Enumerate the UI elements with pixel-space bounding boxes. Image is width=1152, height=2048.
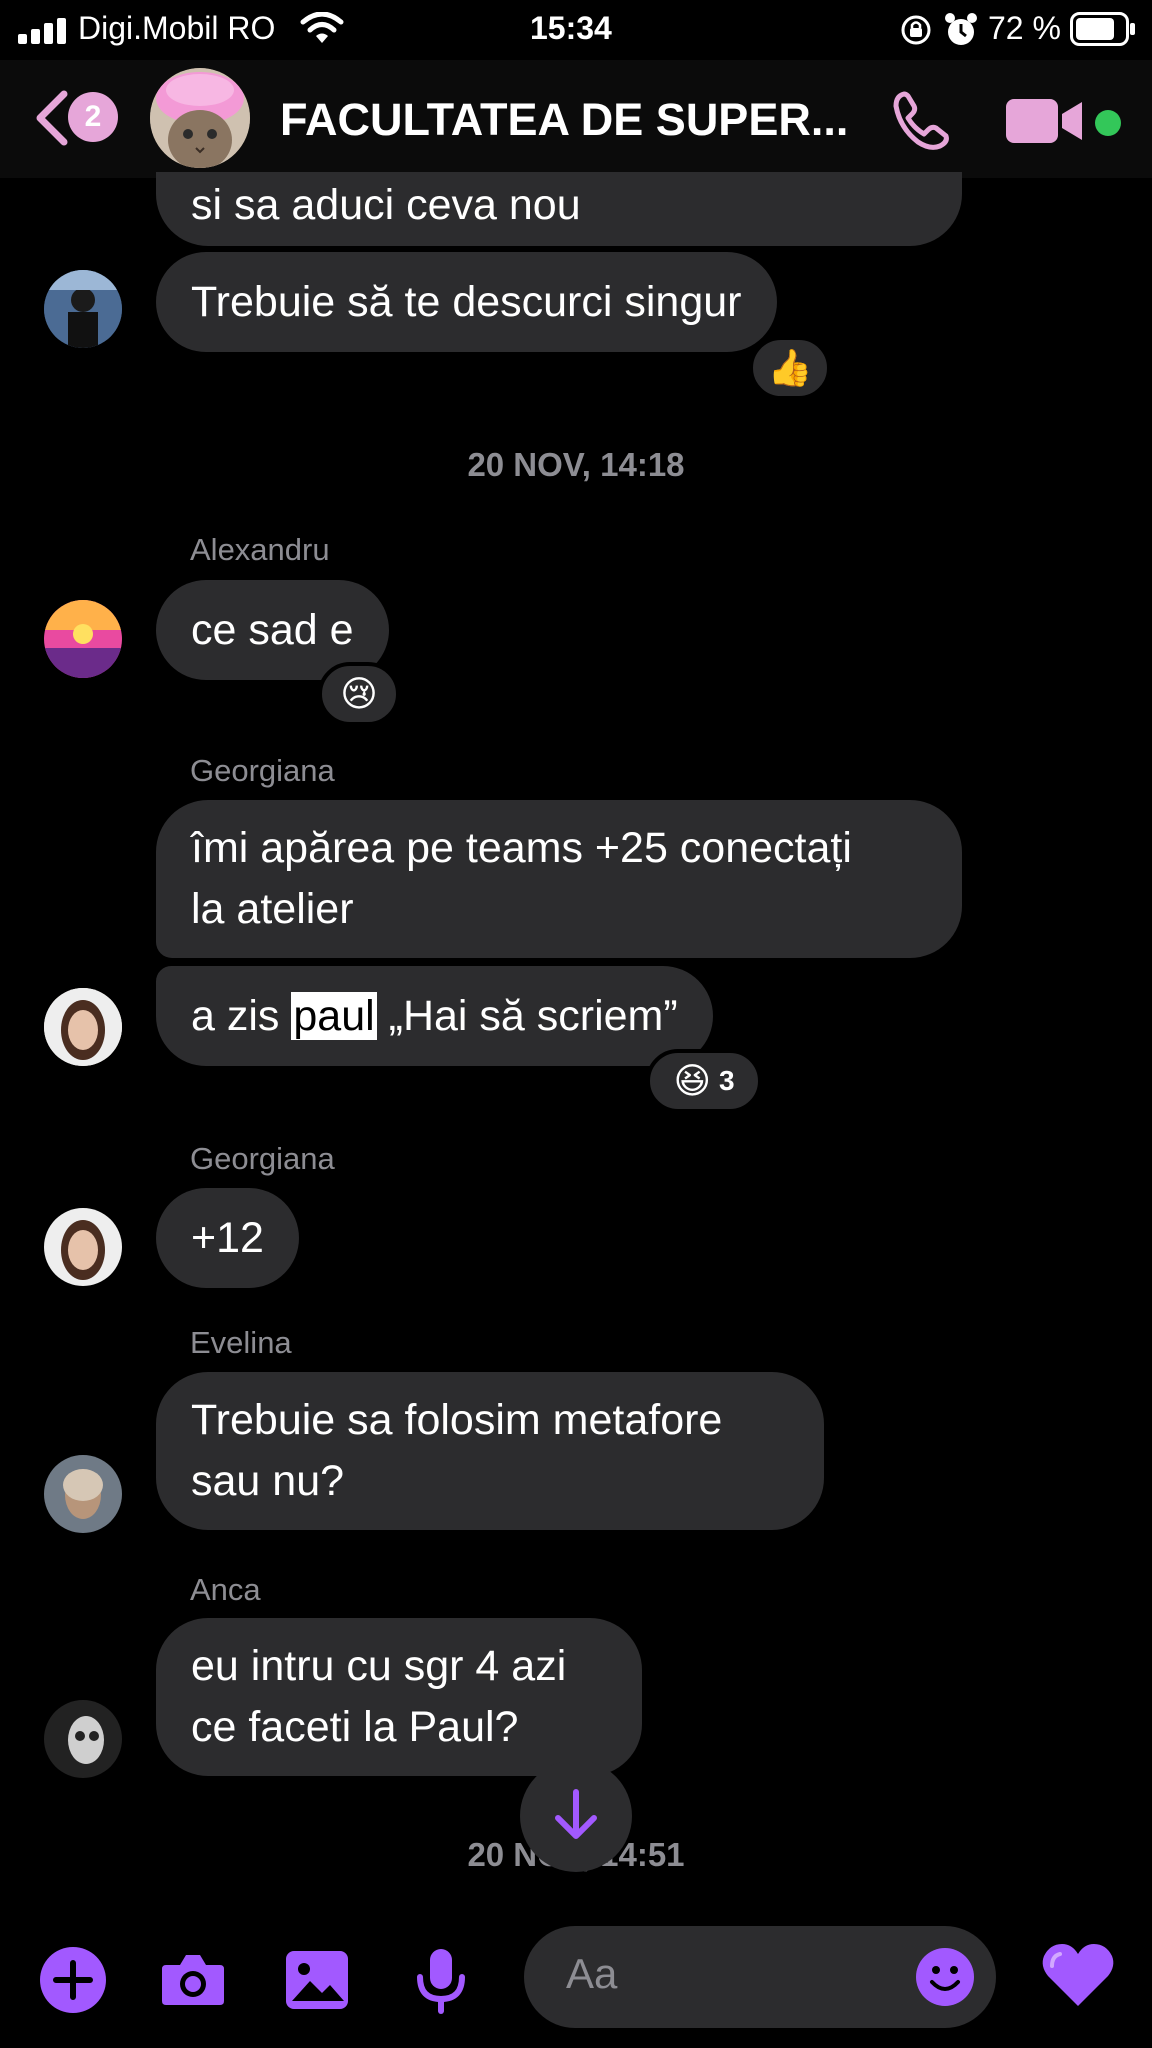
message-bubble[interactable]: +12 bbox=[156, 1188, 299, 1288]
avatar[interactable] bbox=[44, 600, 122, 678]
message-text: si sa aduci ceva nou bbox=[191, 181, 581, 229]
scroll-to-bottom-button[interactable] bbox=[520, 1760, 632, 1872]
microphone-icon[interactable] bbox=[406, 1945, 476, 2015]
highlighted-word[interactable]: paul bbox=[291, 992, 377, 1040]
back-chevron-icon[interactable] bbox=[32, 88, 72, 148]
signal-icon bbox=[18, 18, 66, 44]
rotation-lock-icon bbox=[901, 15, 931, 45]
input-placeholder: Aa bbox=[566, 1950, 618, 1997]
unread-badge[interactable]: 2 bbox=[68, 92, 118, 142]
message-bubble[interactable]: Trebuie să te descurci singur bbox=[156, 252, 777, 352]
phone-call-icon[interactable] bbox=[890, 88, 954, 152]
battery-icon bbox=[1070, 12, 1135, 46]
avatar[interactable] bbox=[44, 1455, 122, 1533]
reaction-badge[interactable]: 😆 3 bbox=[646, 1049, 762, 1113]
sender-name: Georgiana bbox=[190, 753, 335, 788]
arrow-down-icon bbox=[555, 1789, 597, 1839]
message-text: „Hai să scriem” bbox=[376, 992, 678, 1040]
clock: 15:34 bbox=[530, 10, 612, 46]
reaction-badge[interactable]: 😢 bbox=[318, 662, 400, 726]
message-bubble[interactable]: îmi apărea pe teams +25 conectați la ate… bbox=[156, 800, 962, 958]
chat-header: 2 FACULTATEA DE SUPER... bbox=[0, 60, 1152, 178]
message-text-line: ce faceti la Paul? bbox=[191, 1703, 519, 1751]
online-indicator bbox=[1095, 110, 1121, 136]
message-bubble[interactable]: a zis paul „Hai să scriem” bbox=[156, 966, 713, 1066]
message-bubble[interactable]: Trebuie sa folosim metafore sau nu? bbox=[156, 1372, 824, 1530]
thumbs-up-icon: 👍 bbox=[767, 347, 813, 388]
status-bar: Digi.Mobil RO 15:34 72 % bbox=[0, 0, 1152, 60]
message-text-line: îmi apărea pe teams +25 conectați bbox=[191, 824, 852, 872]
emoji-icon[interactable] bbox=[914, 1946, 976, 2008]
sender-name: Anca bbox=[190, 1572, 261, 1607]
message-bubble[interactable]: eu intru cu sgr 4 azi ce faceti la Paul? bbox=[156, 1618, 642, 1776]
crying-face-icon: 😢 bbox=[340, 673, 378, 714]
camera-icon[interactable] bbox=[158, 1945, 228, 2015]
message-text-line: la atelier bbox=[191, 885, 354, 933]
sender-name: Alexandru bbox=[190, 532, 330, 567]
message-text: Trebuie să te descurci singur bbox=[191, 278, 742, 326]
message-input[interactable]: Aa bbox=[524, 1926, 996, 2028]
carrier-name: Digi.Mobil RO bbox=[78, 10, 276, 46]
heart-icon[interactable] bbox=[1040, 1940, 1116, 2010]
chat-title[interactable]: FACULTATEA DE SUPER... bbox=[280, 94, 880, 146]
laughing-face-icon: 😆 bbox=[673, 1060, 711, 1101]
sender-name: Evelina bbox=[190, 1325, 292, 1360]
reaction-badge[interactable]: 👍 bbox=[749, 336, 831, 400]
group-avatar[interactable] bbox=[150, 68, 250, 168]
message-text-line: Trebuie sa folosim metafore bbox=[191, 1396, 723, 1444]
avatar[interactable] bbox=[44, 270, 122, 348]
message-text: a zis bbox=[191, 992, 292, 1040]
avatar[interactable] bbox=[44, 1208, 122, 1286]
reaction-count: 3 bbox=[718, 1065, 735, 1096]
message-bubble[interactable]: si sa aduci ceva nou bbox=[156, 172, 962, 246]
message-text-line: eu intru cu sgr 4 azi bbox=[191, 1642, 567, 1690]
date-separator: 20 NOV, 14:18 bbox=[467, 446, 685, 483]
message-text: ce sad e bbox=[191, 606, 354, 654]
battery-percent: 72 % bbox=[988, 10, 1061, 46]
gallery-icon[interactable] bbox=[282, 1945, 352, 2015]
sender-name: Georgiana bbox=[190, 1141, 335, 1176]
alarm-icon bbox=[945, 13, 977, 45]
video-call-icon[interactable] bbox=[1006, 96, 1090, 146]
message-text-line: sau nu? bbox=[191, 1457, 345, 1505]
avatar[interactable] bbox=[44, 988, 122, 1066]
wifi-icon bbox=[300, 12, 344, 43]
avatar[interactable] bbox=[44, 1700, 122, 1778]
plus-icon[interactable] bbox=[38, 1945, 108, 2015]
message-text: +12 bbox=[191, 1214, 264, 1262]
